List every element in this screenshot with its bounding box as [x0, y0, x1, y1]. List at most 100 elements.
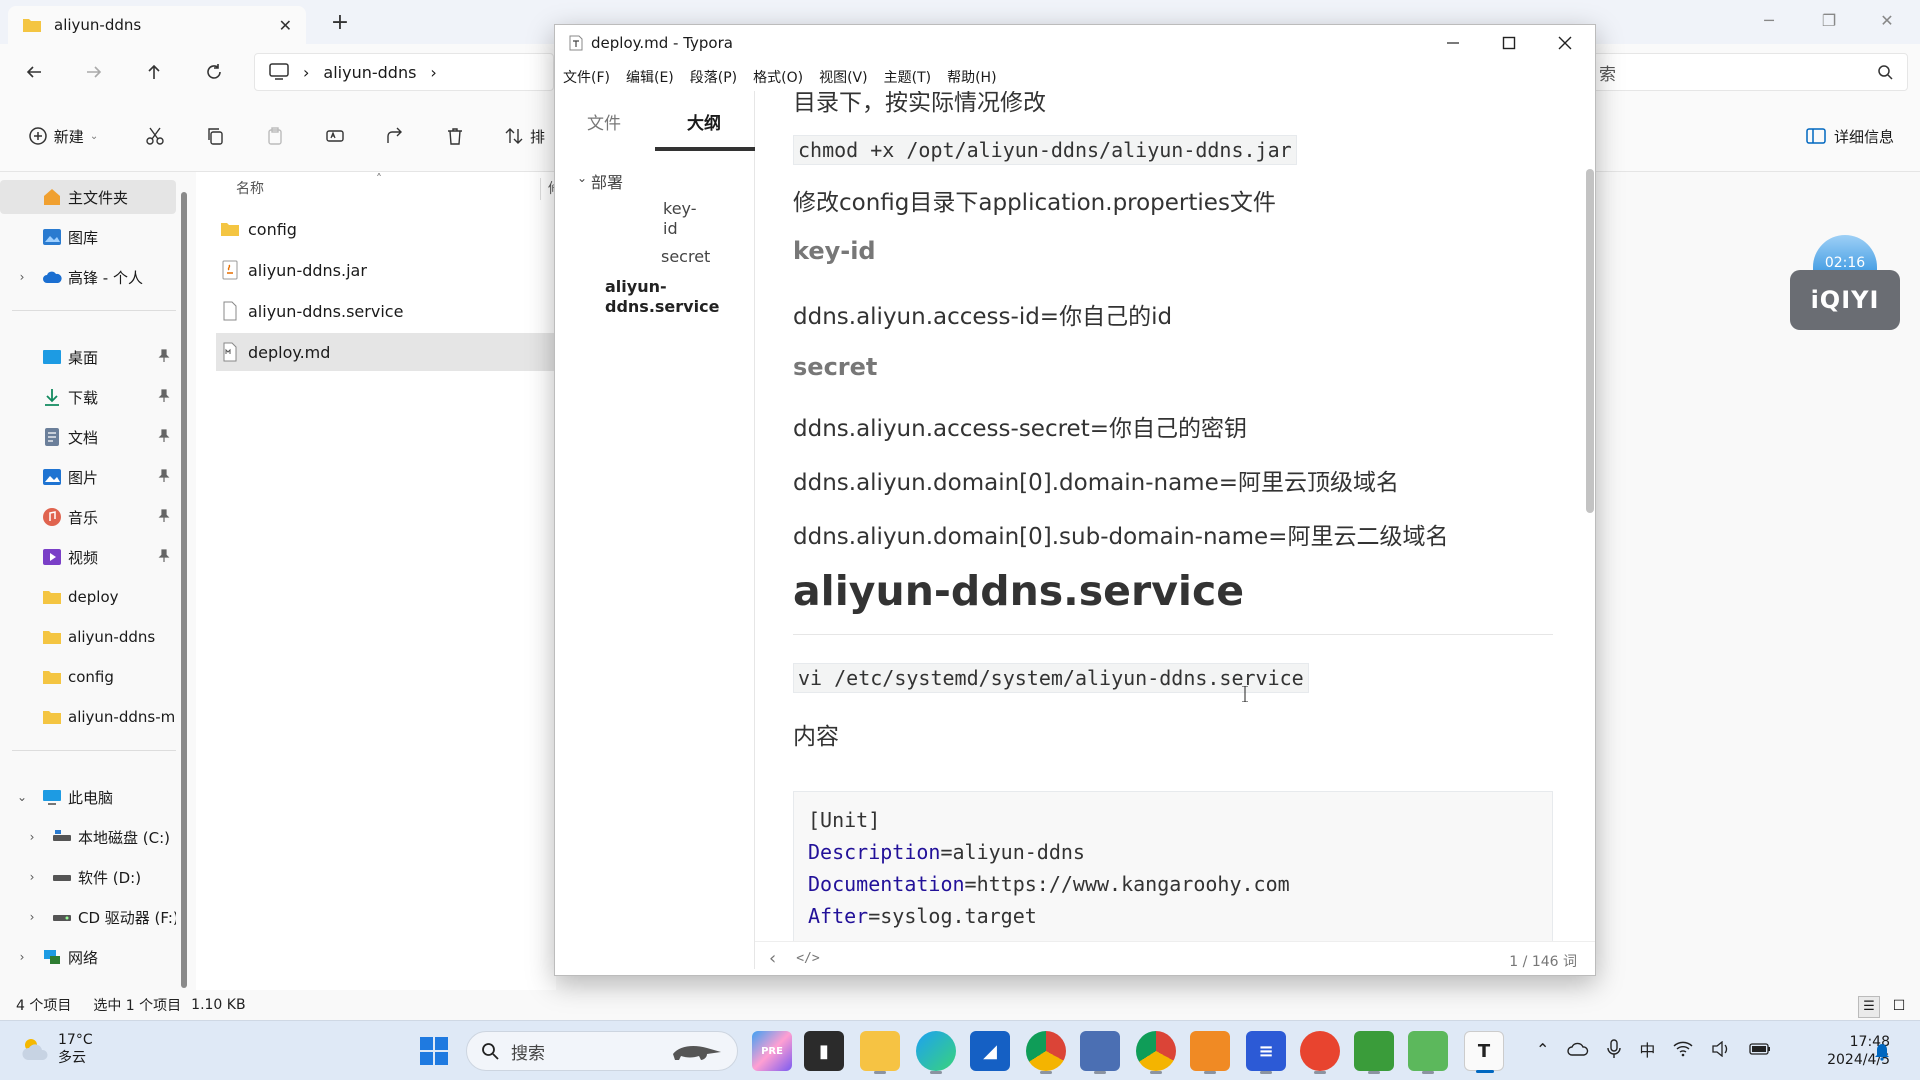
- chevron-up-icon[interactable]: ⌃: [1536, 1040, 1549, 1059]
- sidebar-item-pictures[interactable]: 图片: [0, 460, 176, 494]
- sidebar-item-drive[interactable]: › 本地磁盘 (C:): [0, 820, 176, 854]
- music-app-icon[interactable]: [1300, 1031, 1340, 1074]
- outline-item-section[interactable]: 部署: [591, 169, 623, 193]
- vmware-icon[interactable]: [1190, 1031, 1230, 1074]
- toggle-sidebar-icon[interactable]: ‹: [769, 948, 776, 969]
- share-button[interactable]: [380, 118, 410, 154]
- sidebar-item-gallery[interactable]: 图库: [0, 220, 176, 254]
- copy-button[interactable]: [200, 118, 230, 154]
- source-code-mode-icon[interactable]: </>: [796, 951, 819, 966]
- details-button[interactable]: 详细信息: [1790, 118, 1910, 154]
- menu-paragraph[interactable]: 段落(P): [690, 67, 737, 87]
- delete-button[interactable]: [440, 118, 470, 154]
- sort-button[interactable]: 排: [504, 118, 554, 154]
- sidebar-scrollbar[interactable]: [181, 192, 187, 988]
- menu-view[interactable]: 视图(V): [819, 67, 868, 87]
- task-view-icon[interactable]: ▮: [804, 1031, 844, 1071]
- refresh-button[interactable]: [196, 54, 232, 90]
- sidebar-item-folder[interactable]: config: [0, 660, 176, 694]
- minimize-button[interactable]: ─: [1754, 6, 1784, 36]
- sidebar-item-folder[interactable]: aliyun-ddns-m: [0, 700, 176, 734]
- tiles-view-icon[interactable]: ☐: [1888, 996, 1910, 1018]
- sidebar-item-home[interactable]: 主文件夹: [0, 180, 176, 214]
- chrome-browser-icon[interactable]: [1026, 1031, 1066, 1074]
- cut-button[interactable]: [140, 118, 170, 154]
- menu-file[interactable]: 文件(F): [563, 67, 610, 87]
- sidebar-item-onedrive[interactable]: › 高锋 - 个人: [0, 260, 176, 294]
- chevron-right-icon[interactable]: ›: [24, 829, 40, 845]
- menu-edit[interactable]: 编辑(E): [626, 67, 674, 87]
- file-row[interactable]: aliyun-ddns.service 2: [216, 292, 573, 330]
- sidebar-item-music[interactable]: 音乐: [0, 500, 176, 534]
- input-method-indicator[interactable]: 中: [1639, 1037, 1655, 1061]
- typora-taskbar-icon[interactable]: T: [1464, 1031, 1504, 1073]
- file-row[interactable]: aliyun-ddns.jar 2: [216, 251, 573, 289]
- typora-minimize-button[interactable]: [1425, 25, 1481, 61]
- address-bar[interactable]: › aliyun-ddns ›: [254, 53, 554, 91]
- search-input[interactable]: 索: [1590, 53, 1908, 91]
- breadcrumb-item[interactable]: aliyun-ddns: [323, 63, 416, 82]
- forward-button[interactable]: [76, 54, 112, 90]
- chevron-right-icon[interactable]: ›: [24, 909, 40, 925]
- image-editor-icon[interactable]: [1408, 1031, 1448, 1074]
- chevron-down-icon[interactable]: ⌄: [14, 789, 30, 805]
- volume-icon[interactable]: [1711, 1041, 1731, 1057]
- new-tab-button[interactable]: +: [328, 12, 352, 36]
- sidebar-item-folder[interactable]: aliyun-ddns: [0, 620, 176, 654]
- typora-close-button[interactable]: [1537, 25, 1593, 61]
- up-button[interactable]: [136, 54, 172, 90]
- copilot-icon[interactable]: PRE: [752, 1031, 792, 1071]
- back-button[interactable]: [16, 54, 52, 90]
- sidebar-item-drive[interactable]: › CD 驱动器 (F:): [0, 900, 176, 934]
- typora-maximize-button[interactable]: [1481, 25, 1537, 61]
- remote-desktop-icon[interactable]: ◢: [970, 1031, 1010, 1071]
- file-row-selected[interactable]: deploy.md 2: [216, 333, 573, 371]
- column-header-name[interactable]: 名称: [236, 178, 264, 198]
- chrome-profile-icon[interactable]: [1136, 1031, 1176, 1074]
- sidebar-item-documents[interactable]: 文档: [0, 420, 176, 454]
- rename-button[interactable]: [320, 118, 350, 154]
- outline-item[interactable]: secret: [661, 247, 710, 266]
- menu-format[interactable]: 格式(O): [753, 67, 803, 87]
- edge-browser-icon[interactable]: [916, 1031, 956, 1074]
- explorer-tab[interactable]: aliyun-ddns ✕: [8, 6, 306, 44]
- menu-theme[interactable]: 主题(T): [884, 67, 931, 87]
- sidebar-item-network[interactable]: › 网络: [0, 940, 176, 974]
- microphone-icon[interactable]: [1607, 1039, 1622, 1059]
- sidebar-item-this-pc[interactable]: ⌄ 此电脑: [0, 780, 176, 814]
- notepad-icon[interactable]: ≡: [1246, 1031, 1286, 1074]
- outline-item[interactable]: id: [663, 219, 678, 238]
- editor-scrollbar[interactable]: [1586, 169, 1594, 513]
- outline-item-active[interactable]: aliyun-: [605, 277, 667, 296]
- word-count[interactable]: 1 / 146 词: [1509, 951, 1577, 971]
- tab-files[interactable]: 文件: [587, 109, 621, 134]
- details-view-icon[interactable]: ☰: [1858, 996, 1880, 1018]
- tab-outline[interactable]: 大纲: [687, 109, 721, 134]
- sidebar-item-desktop[interactable]: 桌面: [0, 340, 176, 374]
- weather-widget[interactable]: 17°C 多云: [20, 1031, 93, 1067]
- network-tool-icon[interactable]: [1080, 1031, 1120, 1074]
- battery-icon[interactable]: [1749, 1042, 1771, 1056]
- taskbar-search-box[interactable]: 搜索: [466, 1031, 738, 1071]
- outline-item[interactable]: key-: [663, 199, 697, 218]
- typora-editor[interactable]: 目录下，按实际情况修改 chmod +x /opt/aliyun-ddns/al…: [755, 91, 1595, 963]
- sidebar-item-drive[interactable]: › 软件 (D:): [0, 860, 176, 894]
- game-app-icon[interactable]: [1354, 1031, 1394, 1074]
- file-explorer-taskbar-icon[interactable]: [860, 1031, 900, 1074]
- chevron-right-icon[interactable]: ›: [24, 869, 40, 885]
- wifi-icon[interactable]: [1673, 1041, 1693, 1057]
- sidebar-item-videos[interactable]: 视频: [0, 540, 176, 574]
- sidebar-item-downloads[interactable]: 下载: [0, 380, 176, 414]
- restore-button[interactable]: ❐: [1814, 6, 1844, 36]
- new-button[interactable]: 新建 ⌄: [20, 118, 106, 154]
- code-block[interactable]: [Unit] Description=aliyun-ddns Documenta…: [793, 791, 1553, 963]
- onedrive-icon[interactable]: [1567, 1041, 1589, 1057]
- iqiyi-floating-widget[interactable]: iQIYI: [1790, 270, 1900, 330]
- chevron-right-icon[interactable]: ›: [14, 949, 30, 965]
- notification-bell-icon[interactable]: [1874, 1041, 1890, 1061]
- close-window-button[interactable]: ✕: [1872, 6, 1902, 36]
- chevron-right-icon[interactable]: ›: [14, 269, 30, 285]
- windows-start-icon[interactable]: [418, 1035, 450, 1067]
- menu-help[interactable]: 帮助(H): [947, 67, 996, 87]
- paste-button[interactable]: [260, 118, 290, 154]
